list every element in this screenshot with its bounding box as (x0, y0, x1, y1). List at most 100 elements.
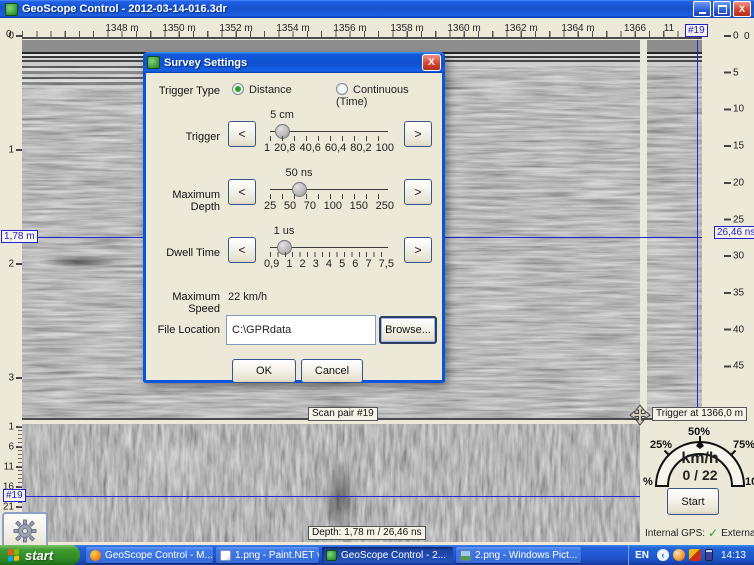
time-scale-tickmarks (724, 35, 731, 371)
trigger-slider-labels: 120,840,660,480,2100 (264, 142, 394, 154)
start-menu-button[interactable]: start (0, 545, 80, 565)
maximum-speed-value: 22 km/h (228, 291, 267, 303)
tray-timer-icon[interactable] (673, 549, 685, 561)
trigger-slider[interactable]: 5 cm 120,840,660,480,2100 (262, 109, 396, 155)
dwell-time-tick-label: 0,9 (264, 258, 279, 270)
taskbar-task-button[interactable]: 1.png - Paint.NET v3.... (216, 547, 319, 563)
scan-strip-cursor-line[interactable] (22, 496, 640, 497)
radio-distance-label: Distance (249, 84, 292, 96)
scan-strip-marker[interactable]: #19 (3, 489, 26, 502)
maximum-depth-tick-label: 250 (376, 200, 394, 212)
trigger-increment-button[interactable]: > (404, 121, 432, 147)
tray-battery-icon[interactable] (705, 549, 713, 561)
restore-icon (718, 5, 727, 14)
scan-pair-label: Scan pair #19 (308, 407, 378, 421)
maximum-depth-decrement-button[interactable]: < (228, 179, 256, 205)
maximum-depth-tick-label: 100 (324, 200, 342, 212)
maximum-depth-value: 50 ns (269, 167, 329, 179)
dialog-app-icon (147, 56, 160, 69)
taskbar-task-button[interactable]: GeoScope Control - 2... (322, 547, 453, 563)
maximum-depth-tick-label: 150 (350, 200, 368, 212)
dwell-time-increment-button[interactable]: > (404, 237, 432, 263)
trigger-value: 5 cm (252, 109, 312, 121)
window-titlebar[interactable]: GeoScope Control - 2012-03-14-016.3dr X (0, 0, 754, 18)
radio-continuous-icon[interactable] (336, 83, 348, 95)
depth-scale-tick: 1 (0, 145, 14, 156)
task-label: 1.png - Paint.NET v3.... (235, 550, 319, 561)
scan-strip-scale-tick: 1 (0, 422, 14, 433)
time-scale-tick: 45 (733, 361, 744, 372)
trigger-tick-label: 100 (376, 142, 394, 154)
scan-strip-view[interactable] (22, 424, 640, 542)
close-button[interactable]: X (733, 1, 751, 17)
system-tray: EN ‹ 14:13 (629, 545, 754, 565)
trigger-tick-label: 60,4 (325, 142, 346, 154)
radio-distance[interactable]: Distance (232, 83, 292, 96)
tray-collapse-icon[interactable]: ‹ (657, 549, 669, 561)
time-scale-tick: 30 (733, 251, 744, 262)
dwell-time-decrement-button[interactable]: < (228, 237, 256, 263)
scan-pair-cursor-line[interactable] (697, 40, 698, 420)
restore-button[interactable] (713, 1, 731, 17)
gear-icon (13, 519, 37, 543)
taskbar: start GeoScope Control - M... 1.png - Pa… (0, 545, 754, 565)
file-location-value: C:\GPRdata (232, 324, 291, 336)
dwell-time-slider-labels: 0,912345677,5 (264, 258, 394, 270)
dwell-time-tick-label: 7 (365, 258, 371, 270)
taskbar-tasks: GeoScope Control - M... 1.png - Paint.NE… (86, 547, 581, 563)
gauge-75-label: 75% (733, 439, 754, 451)
start-survey-button[interactable]: Start (667, 488, 719, 515)
maximum-depth-increment-button[interactable]: > (404, 179, 432, 205)
time-scale-tick: 20 (733, 177, 744, 188)
cancel-button[interactable]: Cancel (301, 359, 363, 383)
taskbar-task-button[interactable]: 2.png - Windows Pict... (456, 547, 581, 563)
browse-button[interactable]: Browse... (379, 316, 437, 344)
trigger-position-label: Trigger at 1366,0 m (652, 407, 747, 421)
trigger-slider-ticks (270, 136, 388, 141)
maximum-depth-tick-label: 50 (284, 200, 296, 212)
depth-scale-tick: 3 (0, 373, 14, 384)
file-location-field[interactable]: C:\GPRdata (226, 315, 376, 345)
radio-distance-icon[interactable] (232, 83, 244, 95)
dwell-time-slider-ticks (270, 252, 388, 257)
dwell-time-label: Dwell Time (146, 247, 220, 259)
maximum-depth-slider[interactable]: 50 ns 255070100150250 (262, 167, 396, 213)
taskbar-task-button[interactable]: GeoScope Control - M... (86, 547, 213, 563)
gauge-50-label: 50% (688, 426, 710, 438)
time-scale-tick: 15 (733, 141, 744, 152)
external-gps-label: External G (721, 528, 754, 539)
ok-button[interactable]: OK (232, 359, 296, 383)
minimize-button[interactable] (693, 1, 711, 17)
time-marker[interactable]: 26,46 ns (714, 226, 754, 239)
tray-alert-icon[interactable] (689, 549, 701, 561)
dialog-titlebar[interactable]: Survey Settings X (143, 52, 445, 73)
maximum-depth-slider-track[interactable] (270, 189, 388, 190)
move-cursor-icon (629, 404, 651, 426)
radargram-file-gap (640, 40, 647, 420)
dwell-time-tick-label: 3 (313, 258, 319, 270)
dwell-time-tick-label: 1 (286, 258, 292, 270)
scan-pair-ruler-marker[interactable]: #19 (685, 24, 708, 37)
time-scale-tick: 25 (733, 214, 744, 225)
trigger-label: Trigger (146, 131, 220, 143)
task-app-icon (220, 550, 231, 561)
gauge-unit-label: km/h (670, 450, 730, 468)
task-label: GeoScope Control - M... (105, 550, 213, 561)
gauge-speed-value: 0 / 22 (670, 467, 730, 483)
time-scale-tick: 35 (733, 287, 744, 298)
settings-button[interactable] (2, 512, 48, 549)
dwell-time-slider[interactable]: 1 us 0,912345677,5 (262, 225, 396, 271)
dwell-time-tick-label: 2 (300, 258, 306, 270)
minimize-icon (699, 12, 706, 14)
dialog-close-button[interactable]: X (422, 54, 441, 71)
depth-marker[interactable]: 1,78 m (1, 230, 38, 243)
radio-continuous[interactable]: Continuous (Time) (336, 83, 442, 108)
maximum-speed-label: Maximum Speed (146, 291, 220, 315)
task-app-icon (460, 550, 471, 561)
trigger-decrement-button[interactable]: < (228, 121, 256, 147)
trigger-tick-label: 40,6 (299, 142, 320, 154)
scan-strip-scale-tick: 6 (0, 442, 14, 453)
language-indicator[interactable]: EN (635, 550, 649, 561)
scan-strip-scale-tick: 11 (0, 462, 14, 473)
dwell-time-tick-label: 6 (352, 258, 358, 270)
